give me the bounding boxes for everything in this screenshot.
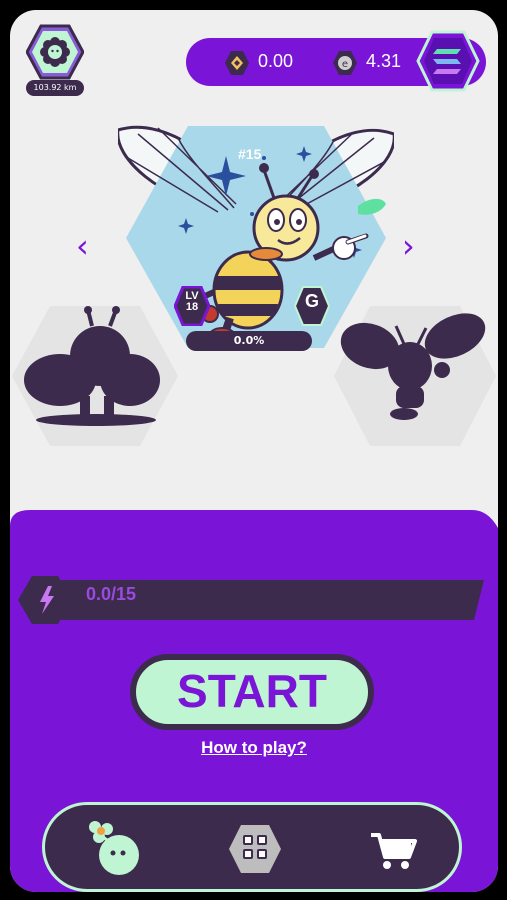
character-id: #15 xyxy=(238,146,262,162)
gem-coin-icon xyxy=(225,51,249,75)
action-panel: 0.0/15 START How to play? xyxy=(10,510,498,892)
coin1-value: 0.00 xyxy=(258,51,294,71)
character-icon[interactable] xyxy=(87,819,147,879)
svg-text:e: e xyxy=(342,59,348,70)
level-label: LV 18 xyxy=(185,290,199,313)
solana-menu-icon[interactable] xyxy=(416,30,480,92)
inventory-icon[interactable] xyxy=(225,819,285,879)
cart-icon[interactable] xyxy=(363,819,423,879)
grade-label: G xyxy=(304,291,319,311)
profile-avatar-button[interactable] xyxy=(26,24,84,80)
flower-avatar-icon xyxy=(26,24,84,80)
distance-label: 103.92 km xyxy=(26,80,84,96)
e-token-coin-icon: e xyxy=(333,51,357,75)
character-progress-bar: 0.0% xyxy=(186,331,312,351)
bottom-navigation xyxy=(42,802,462,892)
next-character-button[interactable]: › xyxy=(402,230,415,262)
app-screen: 103.92 km 0.00 e 4.31 ‹ › #15 LV 18 G 0.… xyxy=(10,10,498,892)
coin2-value: 4.31 xyxy=(366,51,402,71)
panel-top-edge xyxy=(10,510,498,536)
previous-character-button[interactable]: ‹ xyxy=(76,230,89,262)
energy-value: 0.0/15 xyxy=(86,584,137,604)
start-button[interactable]: START xyxy=(130,654,374,730)
how-to-play-link[interactable]: How to play? xyxy=(10,738,498,758)
